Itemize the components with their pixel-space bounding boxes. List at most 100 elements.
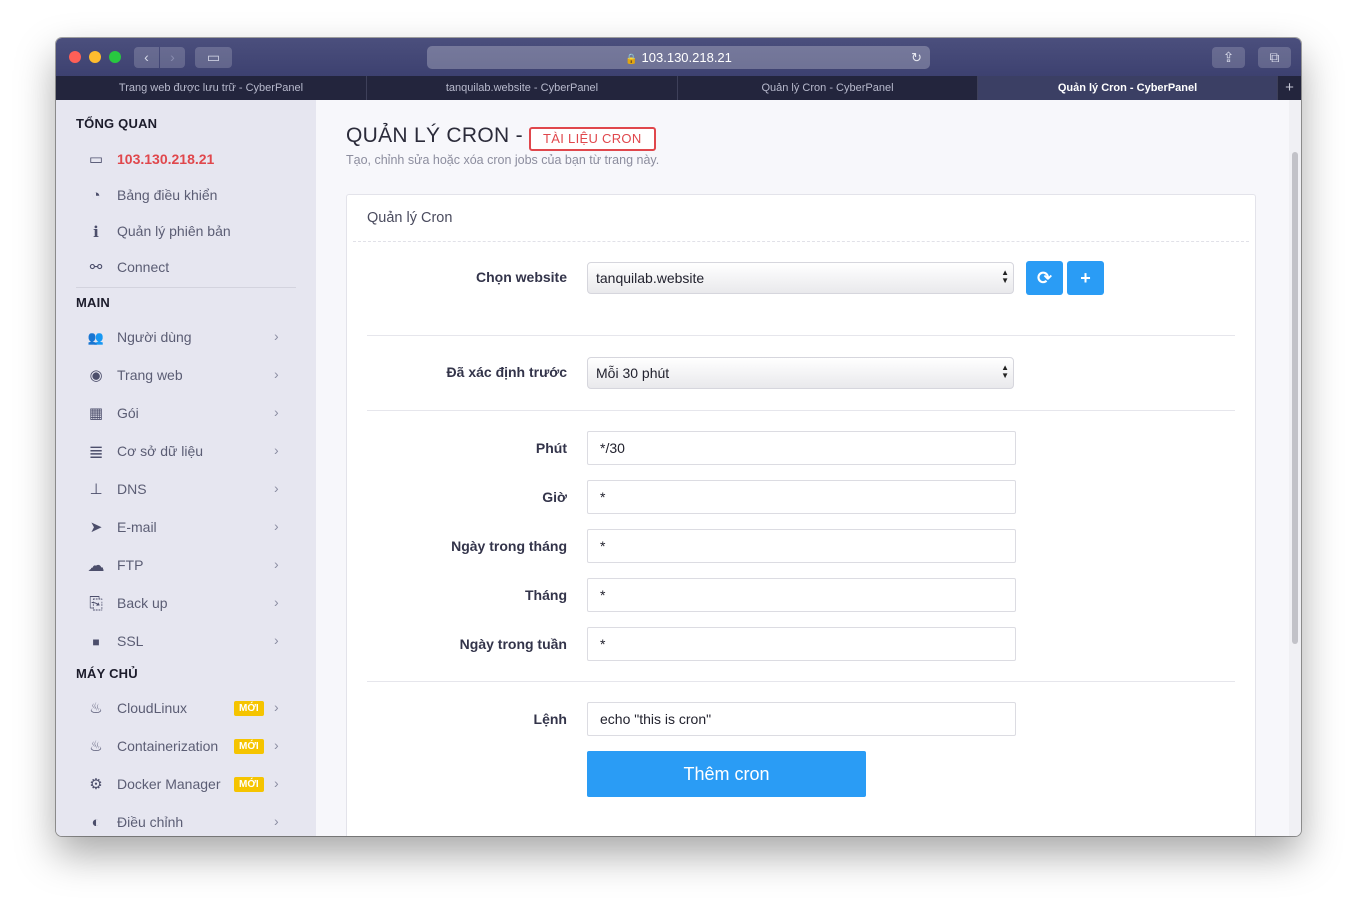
sidebar-item-label: Gói: [117, 405, 139, 421]
cogs-icon: ⚙: [89, 776, 103, 793]
main-area: QUẢN LÝ CRON - TÀI LIỆU CRON Tạo, chỉnh …: [316, 100, 1289, 836]
chevron-right-icon: ›: [274, 556, 279, 572]
paper-plane-icon: ➤: [89, 519, 103, 536]
chevron-right-icon: ›: [274, 699, 279, 715]
day-of-week-input[interactable]: *: [587, 627, 1016, 661]
row-divider: [367, 410, 1235, 411]
chevron-right-icon: ›: [274, 328, 279, 344]
sidebar-icon: ▭: [206, 49, 221, 65]
sidebar-item-databases[interactable]: ≣ Cơ sở dữ liệu ›: [86, 440, 306, 464]
chevron-right-icon: ›: [274, 404, 279, 420]
sidebar-item-label: Docker Manager: [117, 776, 221, 792]
tabs-icon: ⧉: [1269, 49, 1280, 65]
tab-cron-1[interactable]: Quản lý Cron - CyberPanel: [678, 76, 978, 100]
website-label: Chọn website: [475, 269, 567, 285]
chevron-right-icon: ›: [170, 49, 175, 65]
day-of-month-input[interactable]: *: [587, 529, 1016, 563]
sidebar-section-overview: TỔNG QUAN: [76, 116, 158, 131]
sidebar-item-label: 103.130.218.21: [117, 151, 215, 167]
reload-icon[interactable]: ↻: [911, 46, 922, 69]
hour-label: Giờ: [542, 489, 567, 505]
tab-cron-active[interactable]: Quản lý Cron - CyberPanel: [978, 76, 1278, 100]
preset-select[interactable]: Mỗi 30 phút ▲ ▼: [587, 357, 1014, 389]
sidebar-item-label: Điều chỉnh: [117, 814, 184, 830]
sidebar-divider: [76, 287, 296, 288]
laptop-icon: ▭: [88, 151, 104, 168]
lock-icon: ■: [92, 635, 100, 649]
sidebar-item-containerization[interactable]: ♨ Containerization MỚI ›: [86, 735, 306, 759]
sidebar-item-docker-manager[interactable]: ⚙ Docker Manager MỚI ›: [86, 773, 306, 797]
website-select[interactable]: tanquilab.website ▲ ▼: [587, 262, 1014, 294]
sidebar-item-backup[interactable]: ⎘ Back up ›: [86, 592, 306, 616]
website-select-value: tanquilab.website: [596, 270, 705, 286]
sidebar-item-label: Connect: [117, 259, 170, 275]
new-badge: MỚI: [234, 701, 264, 716]
month-input[interactable]: *: [587, 578, 1016, 612]
sidebar-item-cloudlinux[interactable]: ♨ CloudLinux MỚI ›: [86, 697, 306, 721]
new-badge: MỚI: [234, 777, 264, 792]
refresh-button[interactable]: ⟳: [1026, 261, 1063, 295]
sidebar-item-connect[interactable]: ⚯ Connect: [86, 256, 306, 280]
month-label: Tháng: [525, 587, 567, 603]
share-button[interactable]: ⇪: [1212, 47, 1245, 68]
sidebar-item-dns[interactable]: ⊥ DNS ›: [86, 478, 306, 502]
minute-input[interactable]: */30: [587, 431, 1016, 465]
add-button[interactable]: +: [1067, 261, 1104, 295]
sidebar-item-label: Containerization: [117, 738, 219, 754]
plus-icon: +: [1080, 268, 1091, 288]
sidebar-item-email[interactable]: ➤ E-mail ›: [86, 516, 306, 540]
chevron-right-icon: ›: [274, 813, 279, 829]
address-bar[interactable]: 🔒 103.130.218.21 ↻: [427, 46, 930, 69]
chevron-left-icon: ‹: [144, 49, 149, 65]
scrollbar-thumb[interactable]: [1292, 152, 1298, 644]
sidebar-item-packages[interactable]: ▦ Gói ›: [86, 402, 306, 426]
add-cron-button[interactable]: Thêm cron: [587, 751, 866, 797]
minimize-window-button[interactable]: [89, 51, 101, 63]
fire-icon: ♨: [89, 700, 103, 717]
show-tabs-button[interactable]: ⧉: [1258, 47, 1291, 68]
sidebar-item-label: Back up: [117, 595, 168, 611]
sidebar-item-tuning[interactable]: ◐ Điều chỉnh ›: [86, 811, 306, 835]
sidebar-item-ssl[interactable]: ■ SSL ›: [86, 630, 306, 654]
fire-icon: ♨: [89, 738, 103, 755]
sidebar-item-users[interactable]: 👥 Người dùng ›: [86, 326, 306, 350]
chevron-right-icon: ›: [274, 518, 279, 534]
tab-bar: Trang web được lưu trữ - CyberPanel tanq…: [56, 76, 1301, 100]
browser-window: ‹ › ▭ 🔒 103.130.218.21 ↻ ⇪ ⧉ Trang web đư…: [56, 38, 1301, 836]
chevron-right-icon: ›: [274, 632, 279, 648]
sidebar-item-label: Trang web: [117, 367, 183, 383]
title-bar: ‹ › ▭ 🔒 103.130.218.21 ↻ ⇪ ⧉: [56, 38, 1301, 76]
cron-panel: Quản lý Cron Chọn website tanquilab.webs…: [346, 194, 1256, 836]
sidebar-section-main: MAIN: [76, 295, 111, 310]
select-arrows-icon: ▲ ▼: [1001, 363, 1009, 380]
sidebar-item-websites[interactable]: ◉ Trang web ›: [86, 364, 306, 388]
dashboard-icon: ◔: [91, 187, 101, 204]
cloud-upload-icon: ☁: [87, 556, 105, 575]
sidebar-item-label: SSL: [117, 633, 144, 649]
new-badge: MỚI: [234, 739, 264, 754]
sidebar-item-ftp[interactable]: ☁ FTP ›: [86, 554, 306, 578]
maximize-window-button[interactable]: [109, 51, 121, 63]
back-button[interactable]: ‹: [134, 47, 159, 68]
close-window-button[interactable]: [69, 51, 81, 63]
sidebar-item-label: Quản lý phiên bản: [117, 223, 231, 239]
command-input[interactable]: echo "this is cron": [587, 702, 1016, 736]
preset-label: Đã xác định trước: [446, 364, 567, 380]
sidebar-item-version[interactable]: i Quản lý phiên bản: [86, 220, 306, 244]
database-icon: ≣: [88, 442, 104, 462]
day-of-week-label: Ngày trong tuần: [459, 636, 567, 652]
forward-button[interactable]: ›: [160, 47, 185, 68]
new-tab-button[interactable]: +: [1278, 76, 1301, 100]
cron-docs-link[interactable]: TÀI LIỆU CRON: [529, 127, 656, 151]
adjust-icon: ◐: [91, 814, 101, 831]
copy-icon: ⎘: [89, 594, 103, 613]
sidebar-item-server-ip[interactable]: ▭ 103.130.218.21: [86, 148, 306, 172]
sidebar-toggle-button[interactable]: ▭: [195, 47, 232, 68]
sidebar-item-label: DNS: [117, 481, 147, 497]
chevron-right-icon: ›: [274, 594, 279, 610]
tab-tanquilab[interactable]: tanquilab.website - CyberPanel: [367, 76, 678, 100]
sidebar-item-dashboard[interactable]: ◔ Bảng điều khiển: [86, 184, 306, 208]
hour-input[interactable]: *: [587, 480, 1016, 514]
tab-hosted-websites[interactable]: Trang web được lưu trữ - CyberPanel: [56, 76, 367, 100]
chevron-right-icon: ›: [274, 366, 279, 382]
